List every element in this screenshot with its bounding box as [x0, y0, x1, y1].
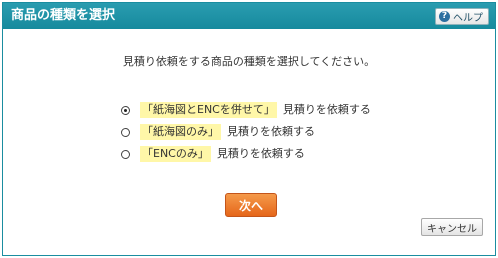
- option-label-suffix: 見積りを依頼する: [282, 103, 371, 116]
- option-enc-only[interactable]: 「ENCのみ」 見積りを依頼する: [121, 146, 305, 162]
- option-label-highlight: 「紙海図とENCを併せて」: [140, 102, 277, 118]
- select-product-type-dialog: 商品の種類を選択 ? ヘルプ 見積り依頼をする商品の種類を選択してください。 「…: [2, 2, 496, 256]
- radio-enc-only[interactable]: [121, 149, 130, 159]
- cancel-button[interactable]: キャンセル: [421, 218, 483, 236]
- radio-paper-and-enc[interactable]: [121, 105, 130, 115]
- question-circle-icon: ?: [439, 11, 450, 22]
- option-label-suffix: 見積りを依頼する: [227, 125, 315, 138]
- option-paper-only[interactable]: 「紙海図のみ」 見積りを依頼する: [121, 124, 315, 140]
- option-label-highlight: 「紙海図のみ」: [140, 124, 221, 140]
- dialog-title: 商品の種類を選択: [11, 8, 116, 23]
- next-button[interactable]: 次へ: [225, 193, 277, 217]
- help-button-label: ヘルプ: [453, 13, 483, 24]
- option-label-suffix: 見積りを依頼する: [216, 147, 305, 160]
- radio-paper-only[interactable]: [121, 127, 130, 137]
- dialog-titlebar: 商品の種類を選択 ? ヘルプ: [3, 3, 495, 29]
- option-label-highlight: 「ENCのみ」: [140, 146, 211, 162]
- instruction-text: 見積り依頼をする商品の種類を選択してください。: [122, 55, 376, 68]
- help-button[interactable]: ? ヘルプ: [435, 8, 489, 25]
- option-paper-and-enc[interactable]: 「紙海図とENCを併せて」 見積りを依頼する: [121, 102, 371, 118]
